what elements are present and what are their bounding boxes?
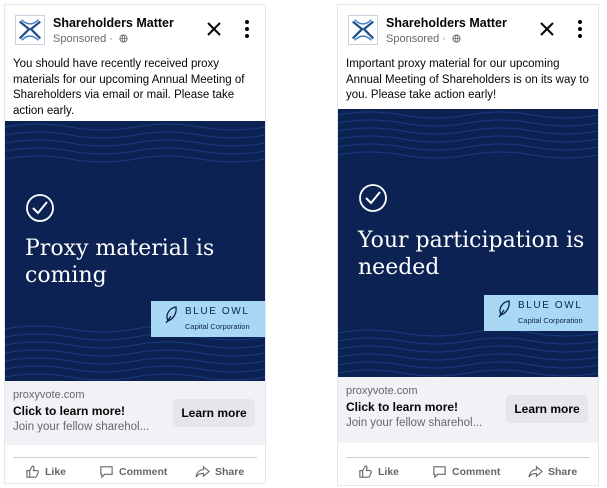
like-icon [359,465,372,478]
brand-name: BLUE OWL [518,300,583,311]
comment-icon [100,466,113,479]
share-icon [528,465,543,478]
feather-icon [496,299,512,319]
ad-card-2: Shareholders Matter Sponsored · Importan… [337,4,599,486]
page-name[interactable]: Shareholders Matter [53,16,174,30]
share-label: Share [215,465,245,478]
sponsored-label: Sponsored · [53,33,128,46]
share-label: Share [548,465,578,478]
ad-creative-image[interactable]: Your participation is needed BLUE OWL Ca… [338,109,598,377]
ad-header: Shareholders Matter Sponsored · [348,13,590,49]
share-button[interactable]: Share [195,464,244,479]
action-bar: Like Comment Share [13,457,257,488]
action-bar: Like Comment Share [346,457,590,488]
like-label: Like [378,465,400,478]
link-title[interactable]: Click to learn more! [346,400,458,414]
ad-link-footer[interactable]: proxyvote.com Click to learn more! Join … [5,381,265,445]
share-button[interactable]: Share [528,464,577,479]
like-icon [26,465,39,478]
comment-icon [433,466,446,479]
ad-headline: Proxy material is coming [25,236,215,288]
sponsored-text: Sponsored · [53,33,113,45]
like-label: Like [45,465,67,478]
like-button[interactable]: Like [358,464,399,479]
checkmark-circle-icon [358,183,388,213]
blue-owl-logo: BLUE OWL Capital Corporation [484,295,598,331]
ad-body-text: Important proxy material for our upcomin… [346,58,589,101]
ad-link-footer[interactable]: proxyvote.com Click to learn more! Join … [338,377,598,443]
link-title[interactable]: Click to learn more! [13,404,125,418]
brand-name: BLUE OWL [185,306,250,317]
page-logo[interactable] [15,15,45,45]
comment-button[interactable]: Comment [99,464,167,479]
ad-creative-image[interactable]: Proxy material is coming BLUE OWL Capita… [5,121,265,381]
link-domain: proxyvote.com [13,389,85,401]
like-button[interactable]: Like [25,464,66,479]
blue-owl-logo: BLUE OWL Capital Corporation [151,301,265,337]
globe-icon [452,34,461,46]
link-description: Join your fellow sharehol... [13,421,150,433]
learn-more-button[interactable]: Learn more [173,399,255,427]
feather-icon [163,305,179,325]
page-logo[interactable] [348,15,378,45]
checkmark-circle-icon [25,193,55,223]
more-options-icon[interactable] [576,18,584,40]
learn-more-button[interactable]: Learn more [506,395,588,423]
close-icon[interactable] [536,18,558,40]
brand-subtitle: Capital Corporation [185,322,250,331]
page-name[interactable]: Shareholders Matter [386,16,507,30]
ad-body-text: You should have recently received proxy … [13,58,245,117]
sponsored-label: Sponsored · [386,33,461,46]
ad-card-1: Shareholders Matter Sponsored · You shou… [4,4,266,484]
comment-label: Comment [119,465,168,478]
close-icon[interactable] [203,18,225,40]
brand-subtitle: Capital Corporation [518,316,583,325]
comment-button[interactable]: Comment [432,464,500,479]
link-domain: proxyvote.com [346,385,418,397]
comment-label: Comment [452,465,501,478]
ad-headline: Your participation is needed [358,228,585,280]
more-options-icon[interactable] [243,18,251,40]
link-description: Join your fellow sharehol... [346,417,483,429]
share-icon [195,465,210,478]
globe-icon [119,34,128,46]
ad-header: Shareholders Matter Sponsored · [15,13,257,49]
sponsored-text: Sponsored · [386,33,446,45]
